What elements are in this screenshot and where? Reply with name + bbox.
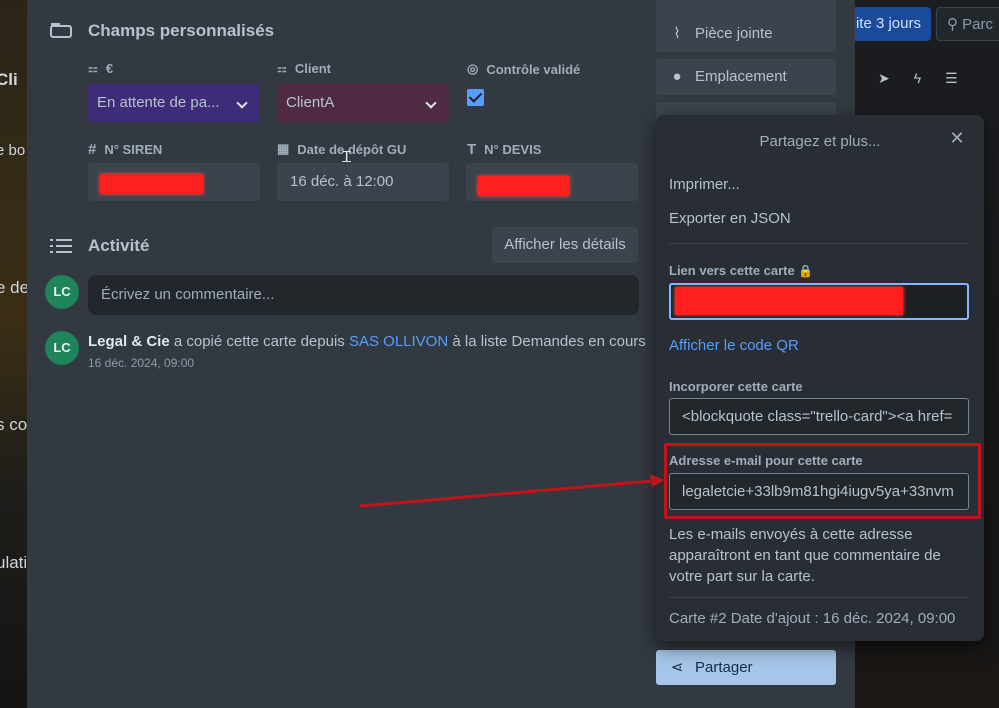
filter-icon[interactable]: ☰ (945, 70, 958, 87)
euro-select-value: En attente de pa... (97, 94, 220, 111)
attachment-button[interactable]: ⌇ Pièce jointe (656, 16, 836, 52)
lightning-icon[interactable]: ϟ (914, 70, 921, 87)
redaction (478, 176, 569, 196)
paperclip-icon: ⌇ (673, 25, 681, 42)
card-footer-info: Carte #2 Date d'ajout : 16 déc. 2024, 09… (669, 610, 956, 627)
avatar[interactable]: LC (45, 331, 79, 365)
redaction (100, 174, 203, 194)
board-text: ulati (0, 553, 28, 572)
custom-fields-header: Champs personnalisés (50, 20, 274, 42)
location-pin-icon: ● (672, 68, 682, 85)
activity-entry: Legal & Cie a copié cette carte depuis S… (88, 333, 648, 350)
annotation-highlight-box (664, 443, 981, 519)
search-icon: ⚲ (947, 16, 963, 33)
date-field[interactable]: 16 déc. à 12:00 (277, 163, 449, 201)
avatar[interactable]: LC (45, 275, 79, 309)
controle-valide-checkbox[interactable] (467, 89, 484, 106)
embed-label: Incorporer cette carte (669, 379, 803, 394)
activity-board-link[interactable]: SAS OLLIVON (349, 333, 448, 350)
board-header-icons: ➤ ϟ ☰ (878, 70, 958, 87)
divider (669, 243, 969, 244)
embed-input[interactable]: <blockquote class="trello-card"><a href= (669, 398, 969, 435)
show-qr-code-link[interactable]: Afficher le code QR (669, 337, 799, 354)
attachment-label: Pièce jointe (695, 25, 773, 42)
share-button[interactable]: ⋖ Partager (656, 650, 836, 685)
board-background-left: Cli e bo e de s co ulati (0, 0, 30, 708)
text-cursor-icon: Ꮖ (342, 149, 352, 166)
field-label-client: ⚏ Client (277, 61, 331, 76)
custom-fields-icon (50, 20, 72, 42)
show-details-button[interactable]: Afficher les détails (492, 227, 638, 263)
activity-text: à la liste Demandes en cours (448, 333, 646, 350)
share-icon: ⋖ (670, 659, 684, 676)
board-text: e bo (0, 142, 26, 159)
chevron-down-icon (425, 97, 437, 109)
lock-icon: 🔒 (798, 264, 814, 278)
client-select[interactable]: ClientA (277, 84, 449, 122)
activity-author[interactable]: Legal & Cie (88, 333, 170, 350)
field-label-euro: ⚏ € (88, 61, 114, 76)
share-popover: Partagez et plus... ✕ Imprimer... Export… (656, 115, 984, 641)
euro-select[interactable]: En attente de pa... (88, 84, 260, 122)
calendar-icon: ▦ (277, 141, 290, 156)
search-input[interactable]: ⚲ Parc (936, 7, 999, 41)
divider (669, 597, 969, 598)
activity-title: Activité (88, 236, 150, 255)
list-field-icon: ⚏ (277, 63, 287, 75)
share-label: Partager (695, 659, 753, 676)
send-icon[interactable]: ➤ (878, 70, 890, 87)
redaction (675, 287, 903, 315)
comment-input[interactable]: Écrivez un commentaire... (88, 275, 639, 315)
board-text: e de (0, 278, 30, 297)
client-select-value: ClientA (286, 94, 335, 111)
text-icon: T (467, 141, 477, 158)
field-label-siren: # N° SIREN (88, 141, 163, 158)
date-field-value: 16 déc. à 12:00 (290, 173, 394, 190)
search-placeholder: Parc (962, 16, 993, 33)
print-menu-item[interactable]: Imprimer... (669, 176, 740, 193)
board-text: s co (0, 415, 28, 434)
location-button[interactable]: ● Emplacement (656, 59, 836, 95)
export-json-menu-item[interactable]: Exporter en JSON (669, 210, 791, 227)
email-description: Les e-mails envoyés à cette adresse appa… (669, 526, 941, 585)
chevron-down-icon (236, 97, 248, 109)
list-field-icon: ⚏ (88, 63, 98, 75)
field-label-devis: T N° DEVIS (467, 141, 542, 158)
board-text: Cli (0, 70, 18, 89)
card-link-label: Lien vers cette carte 🔒 (669, 263, 814, 278)
field-label-controle: ◎ Contrôle validé (467, 61, 581, 77)
activity-text: a copié cette carte depuis (169, 333, 349, 350)
check-circle-icon: ◎ (467, 61, 479, 76)
custom-fields-title: Champs personnalisés (88, 21, 275, 40)
popover-title: Partagez et plus... (759, 133, 881, 150)
activity-list-icon (50, 235, 72, 257)
hash-icon: # (88, 141, 97, 158)
location-label: Emplacement (695, 68, 787, 85)
activity-header: Activité (50, 235, 149, 257)
close-icon[interactable]: ✕ (948, 129, 966, 147)
activity-timestamp[interactable]: 16 déc. 2024, 09:00 (88, 356, 194, 370)
